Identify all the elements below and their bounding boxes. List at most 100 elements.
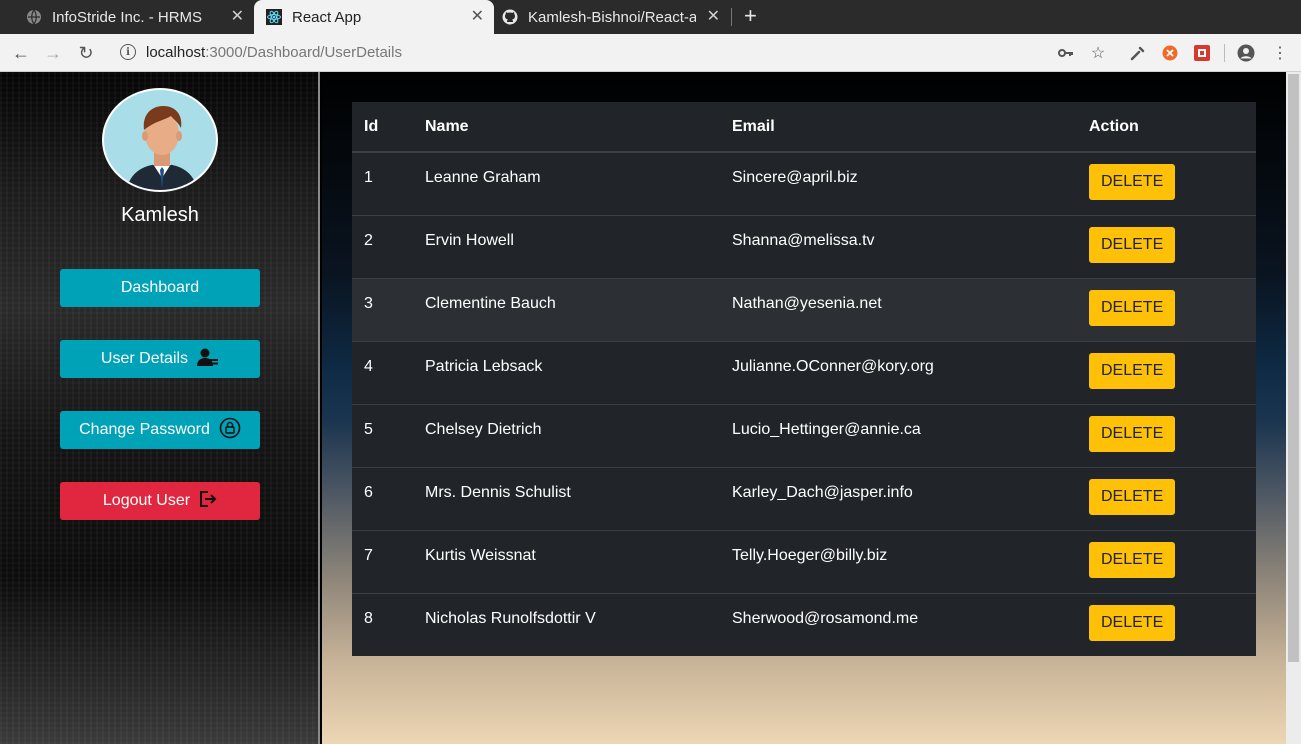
delete-button[interactable]: DELETE — [1089, 226, 1176, 263]
table-header-row: Id Name Email Action — [352, 102, 1256, 153]
header-id: Id — [352, 102, 413, 153]
cell-action: DELETE — [1077, 466, 1256, 530]
lock-icon — [219, 417, 241, 444]
cell-action: DELETE — [1077, 403, 1256, 467]
header-action: Action — [1077, 102, 1256, 153]
cell-id: 1 — [352, 151, 413, 215]
table-row: 3 Clementine Bauch Nathan@yesenia.net DELET… — [352, 277, 1256, 341]
browser-tab-github[interactable]: Kamlesh-Bishnoi/React-ap ✕ — [494, 0, 730, 34]
cell-name: Kurtis Weissnat — [413, 529, 720, 593]
username: Kamlesh — [121, 204, 199, 226]
cell-id: 4 — [352, 340, 413, 404]
table-row: 7 Kurtis Weissnat Telly.Hoeger@billy.biz DE… — [352, 529, 1256, 593]
bookmark-star-icon[interactable]: ☆ — [1088, 43, 1108, 63]
button-label: Dashboard — [120, 279, 200, 296]
header-name: Name — [413, 102, 720, 153]
sidebar: Kamlesh Dashboard User Details Change Pa… — [0, 72, 320, 744]
cell-name: Leanne Graham — [413, 151, 720, 215]
cell-email: Nathan@yesenia.net — [720, 277, 1077, 341]
table-row: 2 Ervin Howell Shanna@melissa.tv DELETE — [352, 214, 1256, 278]
delete-button[interactable]: DELETE — [1089, 289, 1176, 326]
cell-email: Karley_Dach@jasper.info — [720, 466, 1077, 530]
cell-email: Sherwood@rosamond.me — [720, 592, 1077, 656]
cell-id: 5 — [352, 403, 413, 467]
table-row: 8 Nicholas Runolfsdottir V Sherwood@rosamo… — [352, 592, 1256, 656]
menu-kebab-icon[interactable]: ⋮ — [1270, 43, 1290, 63]
delete-button[interactable]: DELETE — [1089, 415, 1176, 452]
avatar — [102, 88, 218, 192]
key-icon[interactable] — [1056, 43, 1076, 63]
address-bar[interactable]: i localhost:3000/Dashboard/UserDetails — [112, 38, 1112, 66]
logout-icon — [199, 490, 217, 513]
scrollbar-thumb[interactable] — [1288, 74, 1299, 662]
table-row: 6 Mrs. Dennis Schulist Karley_Dach@jasper.… — [352, 466, 1256, 530]
table-row: 5 Chelsey Dietrich Lucio_Hettinger@annie.c… — [352, 403, 1256, 467]
delete-button[interactable]: DELETE — [1089, 541, 1176, 578]
info-icon[interactable]: i — [120, 44, 136, 60]
forward-arrow-icon[interactable]: → — [42, 42, 64, 64]
button-label: Change Password — [79, 421, 210, 438]
tab-title: Kamlesh-Bishnoi/React-ap — [528, 8, 696, 26]
button-label: Logout User — [102, 492, 191, 509]
page-scrollbar[interactable] — [1286, 72, 1301, 744]
cell-action: DELETE — [1077, 340, 1256, 404]
dashboard-button[interactable]: Dashboard — [60, 269, 260, 307]
button-label: User Details — [100, 350, 189, 367]
user-details-icon — [197, 347, 219, 372]
close-tab-icon[interactable]: ✕ — [471, 8, 484, 26]
cell-name: Mrs. Dennis Schulist — [413, 466, 720, 530]
close-tab-icon[interactable]: ✕ — [707, 8, 720, 26]
toolbar-divider — [1224, 44, 1225, 62]
extension-red-icon[interactable] — [1192, 43, 1212, 63]
cell-action: DELETE — [1077, 529, 1256, 593]
extension-orange-icon[interactable] — [1160, 43, 1180, 63]
cell-action: DELETE — [1077, 214, 1256, 278]
cell-email: Julianne.OConner@kory.org — [720, 340, 1077, 404]
cell-name: Nicholas Runolfsdottir V — [413, 592, 720, 656]
eyedropper-icon[interactable] — [1128, 43, 1148, 63]
browser-tab-hrms[interactable]: InfoStride Inc. - HRMS ✕ — [22, 0, 254, 34]
react-icon — [266, 9, 282, 25]
header-email: Email — [720, 102, 1077, 153]
logout-user-button[interactable]: Logout User — [60, 482, 260, 520]
browser-tab-react-app[interactable]: React App ✕ — [254, 0, 494, 34]
table-body: 1 Leanne Graham Sincere@april.biz DELETE 2 Er… — [352, 151, 1256, 656]
tab-title: React App — [292, 8, 362, 26]
cell-action: DELETE — [1077, 151, 1256, 215]
table-row: 4 Patricia Lebsack Julianne.OConner@kory.o… — [352, 340, 1256, 404]
close-tab-icon[interactable]: ✕ — [231, 8, 244, 26]
cell-action: DELETE — [1077, 277, 1256, 341]
new-tab-icon[interactable]: + — [744, 4, 757, 28]
profile-icon[interactable] — [1236, 43, 1256, 63]
delete-button[interactable]: DELETE — [1089, 604, 1176, 641]
cell-id: 8 — [352, 592, 413, 656]
cell-action: DELETE — [1077, 592, 1256, 656]
cell-name: Chelsey Dietrich — [413, 403, 720, 467]
cell-email: Shanna@melissa.tv — [720, 214, 1077, 278]
delete-button[interactable]: DELETE — [1089, 164, 1176, 200]
tab-divider — [731, 8, 732, 26]
delete-button[interactable]: DELETE — [1089, 352, 1176, 389]
cell-email: Sincere@april.biz — [720, 151, 1077, 215]
user-details-button[interactable]: User Details — [60, 340, 260, 378]
cell-name: Ervin Howell — [413, 214, 720, 278]
globe-icon — [26, 9, 42, 25]
url-text: localhost:3000/Dashboard/UserDetails — [146, 43, 402, 61]
cell-id: 6 — [352, 466, 413, 530]
cell-id: 7 — [352, 529, 413, 593]
cell-email: Lucio_Hettinger@annie.ca — [720, 403, 1077, 467]
cell-id: 3 — [352, 277, 413, 341]
change-password-button[interactable]: Change Password — [60, 411, 260, 449]
cell-email: Telly.Hoeger@billy.biz — [720, 529, 1077, 593]
back-arrow-icon[interactable]: ← — [10, 42, 32, 64]
cell-id: 2 — [352, 214, 413, 278]
user-details-table: Id Name Email Action 1 Leanne Graham Since… — [352, 102, 1256, 656]
tab-title: InfoStride Inc. - HRMS — [52, 8, 203, 26]
browser-tabstrip: InfoStride Inc. - HRMS ✕ React App ✕ Kam… — [0, 0, 1301, 34]
github-icon — [502, 9, 518, 25]
cell-name: Patricia Lebsack — [413, 340, 720, 404]
browser-toolbar: ← → ↻ i localhost:3000/Dashboard/UserDet… — [0, 34, 1301, 72]
reload-icon[interactable]: ↻ — [75, 42, 97, 64]
delete-button[interactable]: DELETE — [1089, 478, 1176, 515]
cell-name: Clementine Bauch — [413, 277, 720, 341]
